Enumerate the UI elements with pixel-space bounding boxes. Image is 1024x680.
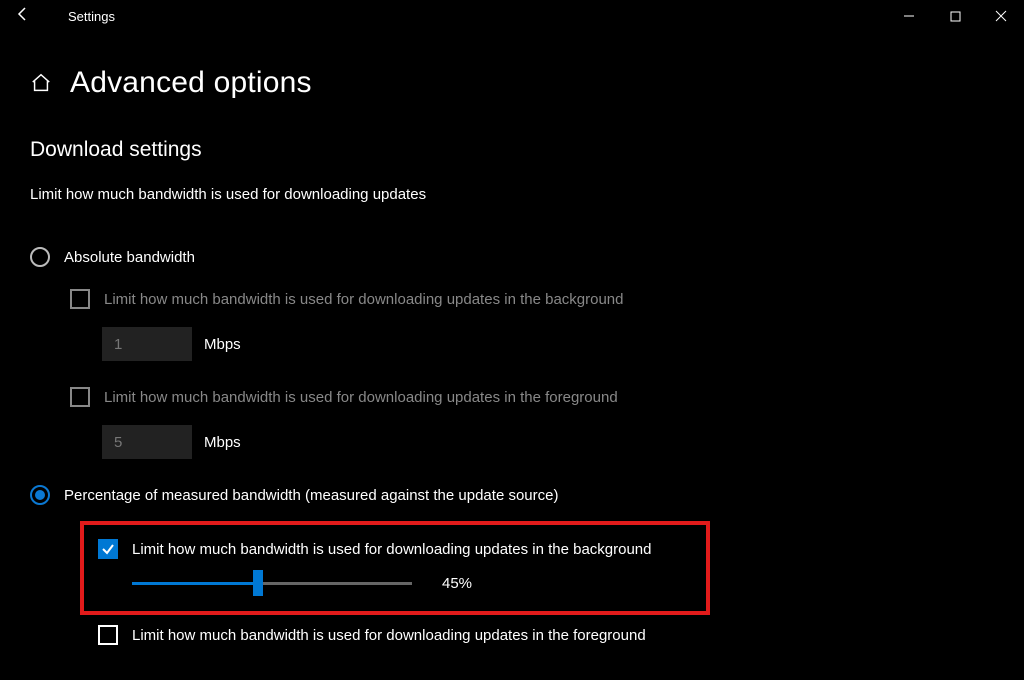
page-title: Advanced options — [70, 66, 312, 100]
checkbox-checked-icon — [98, 539, 118, 559]
percentage-background-slider[interactable] — [132, 573, 412, 593]
checkbox-percentage-background[interactable]: Limit how much bandwidth is used for dow… — [98, 539, 686, 559]
checkbox-icon — [70, 289, 90, 309]
slider-fill — [132, 582, 258, 585]
radio-absolute-bandwidth[interactable]: Absolute bandwidth — [30, 247, 994, 267]
checkbox-percentage-foreground[interactable]: Limit how much bandwidth is used for dow… — [98, 625, 1024, 645]
absolute-foreground-input-row: Mbps — [102, 425, 994, 459]
percentage-section: Percentage of measured bandwidth (measur… — [0, 485, 1024, 645]
checkbox-label: Limit how much bandwidth is used for dow… — [104, 389, 618, 406]
radio-label: Percentage of measured bandwidth (measur… — [64, 487, 558, 504]
unit-label: Mbps — [204, 434, 241, 451]
minimize-button[interactable] — [886, 0, 932, 32]
checkbox-label: Limit how much bandwidth is used for dow… — [132, 541, 652, 558]
radio-label: Absolute bandwidth — [64, 249, 195, 266]
absolute-background-input-row: Mbps — [102, 327, 994, 361]
page-header: Advanced options — [0, 32, 1024, 100]
radio-icon — [30, 485, 50, 505]
close-button[interactable] — [978, 0, 1024, 32]
highlighted-region: Limit how much bandwidth is used for dow… — [80, 521, 710, 615]
absolute-suboptions: Limit how much bandwidth is used for dow… — [70, 289, 994, 459]
checkbox-icon — [98, 625, 118, 645]
checkbox-absolute-background[interactable]: Limit how much bandwidth is used for dow… — [70, 289, 994, 309]
back-button[interactable] — [8, 6, 38, 27]
absolute-foreground-input[interactable] — [102, 425, 192, 459]
slider-thumb[interactable] — [253, 570, 263, 596]
absolute-background-input[interactable] — [102, 327, 192, 361]
section-desc: Limit how much bandwidth is used for dow… — [30, 186, 994, 203]
home-icon[interactable] — [30, 72, 52, 94]
checkbox-label: Limit how much bandwidth is used for dow… — [132, 627, 646, 644]
checkbox-label: Limit how much bandwidth is used for dow… — [104, 291, 624, 308]
titlebar: Settings — [0, 0, 1024, 32]
window-controls — [886, 0, 1024, 32]
download-settings-section: Download settings Limit how much bandwid… — [0, 100, 1024, 459]
maximize-button[interactable] — [932, 0, 978, 32]
radio-icon — [30, 247, 50, 267]
radio-percentage-bandwidth[interactable]: Percentage of measured bandwidth (measur… — [30, 485, 1024, 505]
slider-value-label: 45% — [442, 575, 472, 592]
window-title: Settings — [68, 9, 115, 24]
unit-label: Mbps — [204, 336, 241, 353]
checkbox-icon — [70, 387, 90, 407]
checkbox-absolute-foreground[interactable]: Limit how much bandwidth is used for dow… — [70, 387, 994, 407]
percentage-background-slider-row: 45% — [132, 573, 686, 593]
section-title: Download settings — [30, 138, 994, 162]
